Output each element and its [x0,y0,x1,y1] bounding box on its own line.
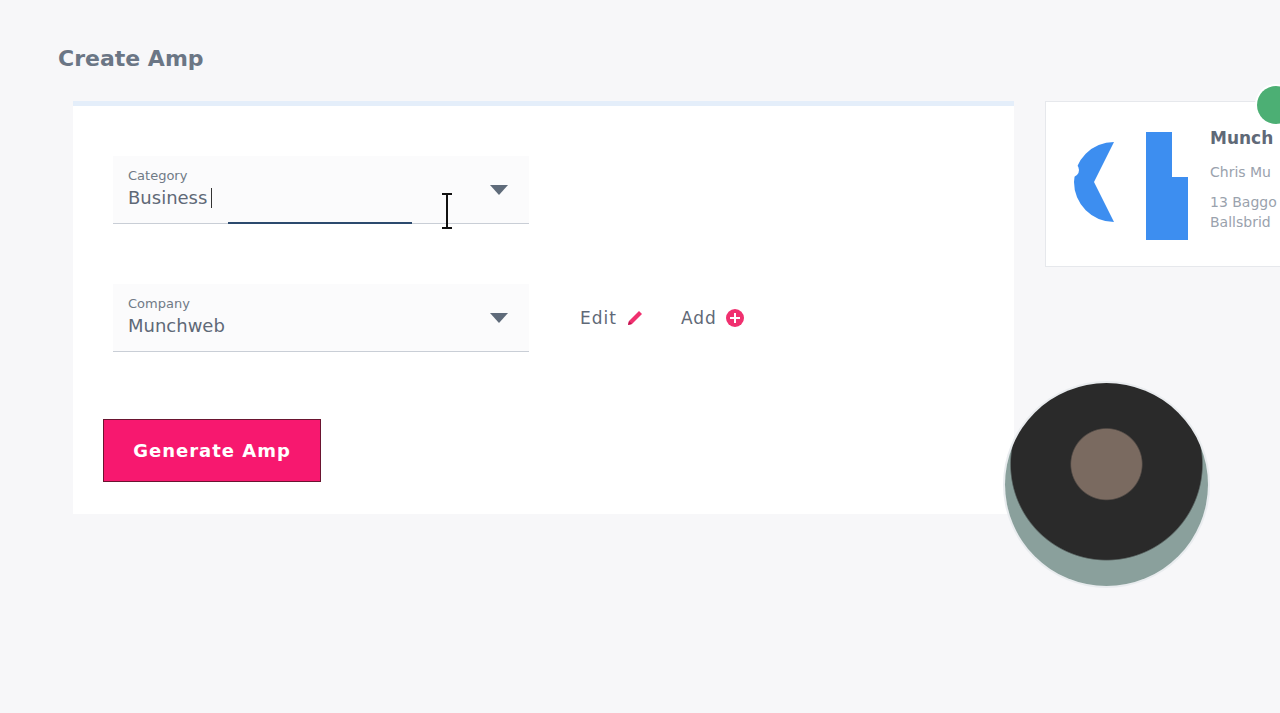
company-logo-icon [1064,122,1192,242]
address-line: Ballsbrid [1210,212,1277,232]
field-label: Category [128,168,479,184]
pencil-icon [625,308,645,328]
add-button[interactable]: Add [681,308,745,328]
action-label: Add [681,308,717,328]
company-contact: Chris Mu [1210,162,1277,182]
address-line: 13 Baggo [1210,192,1277,212]
field-value-text: Business [128,184,207,212]
dropdown-arrow-icon [489,184,509,196]
button-wrap: Generate Amp [73,419,1014,482]
edit-button[interactable]: Edit [580,308,645,328]
company-actions: Edit Add [580,308,745,328]
focus-underline [228,222,412,224]
create-amp-form: CategoryBusiness CompanyMunchweb Edit Add Ge… [73,101,1014,514]
field-label: Company [128,296,479,312]
company-name: Munch [1210,126,1277,150]
field-value-text: Munchweb [128,312,225,340]
generate-amp-button[interactable]: Generate Amp [103,419,321,482]
dropdown-arrow-icon [489,312,509,324]
webcam-video [1005,383,1208,586]
field-row: CategoryBusiness [73,156,1014,224]
text-cursor-icon [440,193,454,229]
action-label: Edit [580,308,617,328]
company-address: 13 BaggoBallsbrid [1210,192,1277,232]
field-value[interactable]: Business [128,184,479,212]
text-caret [211,188,212,208]
field-value[interactable]: Munchweb [128,312,479,340]
category-field[interactable]: CategoryBusiness [113,156,529,224]
company-details: Munch Chris Mu 13 BaggoBallsbrid [1210,122,1277,232]
plus-circle-icon [725,308,745,328]
company-field[interactable]: CompanyMunchweb [113,284,529,352]
field-row: CompanyMunchweb Edit Add [73,284,1014,352]
page-title: Create Amp [0,0,1280,76]
company-card[interactable]: Munch Chris Mu 13 BaggoBallsbrid [1045,101,1280,267]
